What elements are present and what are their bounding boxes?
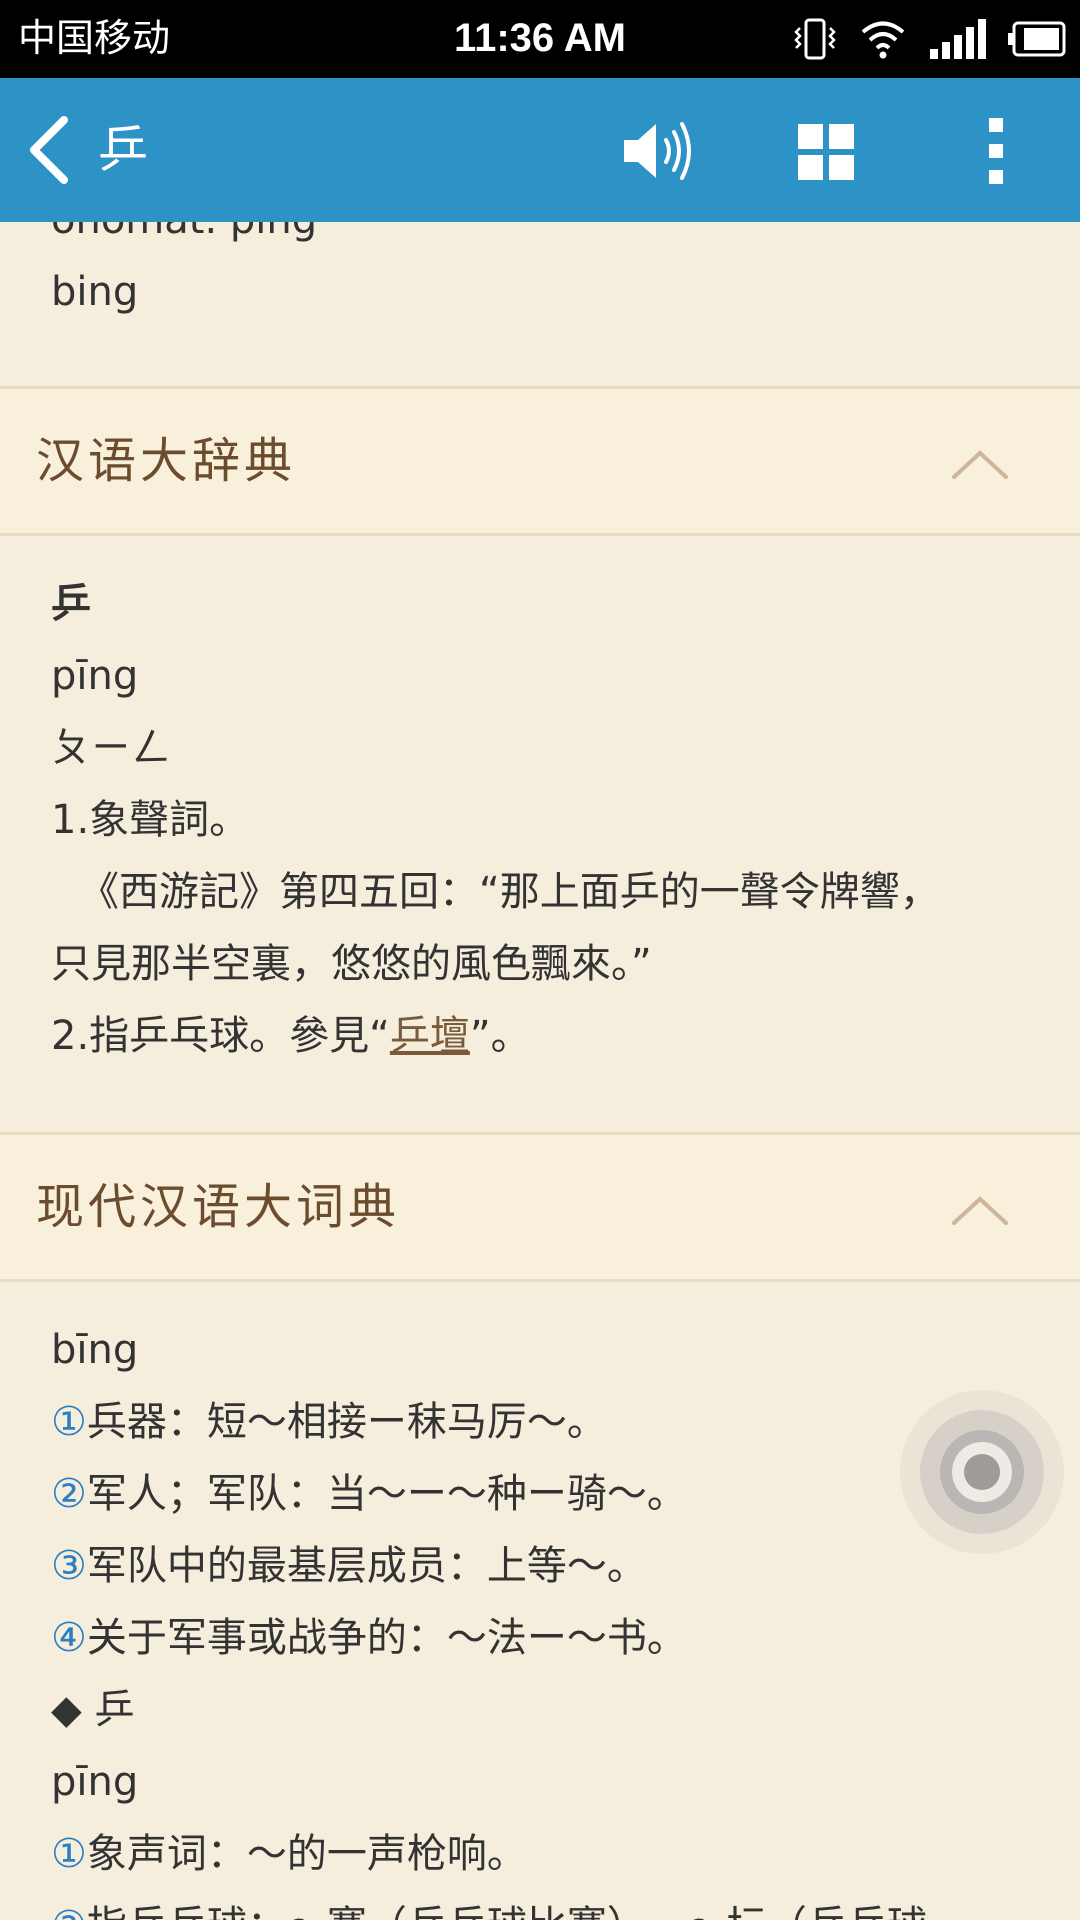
section-body-xiandai-hanyu: bīng ①兵器：短～相接ー秣马厉～。 ②军人；军队：当～ー～种ー骑～。 ③军队… (51, 1314, 1041, 1920)
status-bar: 中国移动 11:36 AM (0, 0, 1080, 78)
chevron-up-icon[interactable] (950, 445, 1010, 481)
grid-icon (798, 124, 854, 180)
vibrate-icon (794, 18, 836, 60)
section-title: 汉语大辞典 (36, 433, 297, 489)
entry-headword: 乒 (51, 581, 91, 627)
definition-text: 军队中的最基层成员：上等～。 (86, 1543, 647, 1589)
definition-line: ④关于军事或战争的：～法ー～书。 (51, 1602, 1041, 1674)
entry-pinyin: bīng (51, 1327, 139, 1373)
definition-line: ③军队中的最基层成员：上等～。 (51, 1530, 1041, 1602)
variant-line: ◆ 乒 (51, 1687, 135, 1733)
definition-line: ①象声词：～的一声枪响。 (51, 1818, 1041, 1890)
definition-line: ①兵器：短～相接ー秣马厉～。 (51, 1386, 1041, 1458)
definition-line: 2.指乒乓球。參見“乒壇”。 (51, 1000, 1041, 1072)
definition-text: 兵器：短～相接ー秣马厉～。 (86, 1399, 607, 1445)
cross-reference-link[interactable]: 乒壇 (390, 1013, 470, 1059)
section-header-hanyu-dacidian[interactable]: 汉语大辞典 (0, 386, 1080, 536)
sense-number: ④ (51, 1615, 87, 1661)
sense-number: ② (51, 1903, 87, 1920)
more-options-button[interactable] (980, 116, 1012, 186)
citation-line: 只見那半空裏，悠悠的風色飄來。” (51, 941, 652, 987)
section-body-hanyu-dacidian: 乒 pīng ㄆㄧㄥ 1.象聲詞。 《西游記》第四五回：“那上面乒的一聲令牌響，… (51, 568, 1041, 1072)
entry-zhuyin: ㄆㄧㄥ (51, 725, 171, 771)
section-title: 现代汉语大词典 (36, 1179, 401, 1235)
back-button[interactable] (22, 114, 78, 186)
sense-number: ① (51, 1399, 87, 1445)
definition-line: 1.象聲詞。 (51, 797, 250, 843)
entry-pinyin: pīng (51, 653, 139, 699)
definition-text: 2.指乒乓球。參見“ (51, 1013, 390, 1059)
definition-text: 指乒乓球：～赛（乒乓球比赛）ー～坛（乒乓球 (87, 1903, 927, 1920)
sense-number: ② (51, 1471, 87, 1517)
grid-menu-button[interactable] (796, 122, 856, 182)
status-icons (792, 16, 1066, 62)
definition-line: ②指乒乓球：～赛（乒乓球比赛）ー～坛（乒乓球 (51, 1890, 1041, 1920)
chevron-up-icon[interactable] (950, 1191, 1010, 1227)
previous-entry-tail: onomat. ping bing (51, 222, 317, 328)
battery-icon (1008, 21, 1066, 57)
section-header-xiandai-hanyu[interactable]: 现代汉语大词典 (0, 1132, 1080, 1282)
wifi-icon (861, 21, 905, 59)
definition-line: ②军人；军队：当～ー～种ー骑～。 (51, 1458, 1041, 1530)
speaker-icon (624, 122, 691, 180)
app-bar: 乒 (0, 78, 1080, 222)
back-icon (30, 116, 68, 184)
citation-line: 《西游記》第四五回：“那上面乒的一聲令牌響， (79, 869, 940, 915)
definition-text: 军人；军队：当～ー～种ー骑～。 (86, 1471, 687, 1517)
pronounce-button[interactable] (620, 116, 700, 186)
entry-line: bing (51, 269, 139, 315)
more-icon (989, 118, 1003, 184)
entry-pinyin: pīng (51, 1759, 139, 1805)
entry-line: onomat. ping (51, 222, 317, 256)
definition-content[interactable]: onomat. ping bing 汉语大辞典 乒 pīng ㄆㄧㄥ 1.象聲詞… (0, 222, 1080, 1920)
floating-assist-button[interactable] (898, 1388, 1066, 1556)
page-title: 乒 (98, 121, 148, 179)
signal-icon (930, 19, 986, 59)
definition-text: 象声词：～的一声枪响。 (86, 1831, 527, 1877)
definition-text: 关于军事或战争的：～法ー～书。 (86, 1615, 687, 1661)
definition-text: ”。 (469, 1013, 531, 1059)
sense-number: ① (51, 1831, 87, 1877)
sense-number: ③ (51, 1543, 87, 1589)
